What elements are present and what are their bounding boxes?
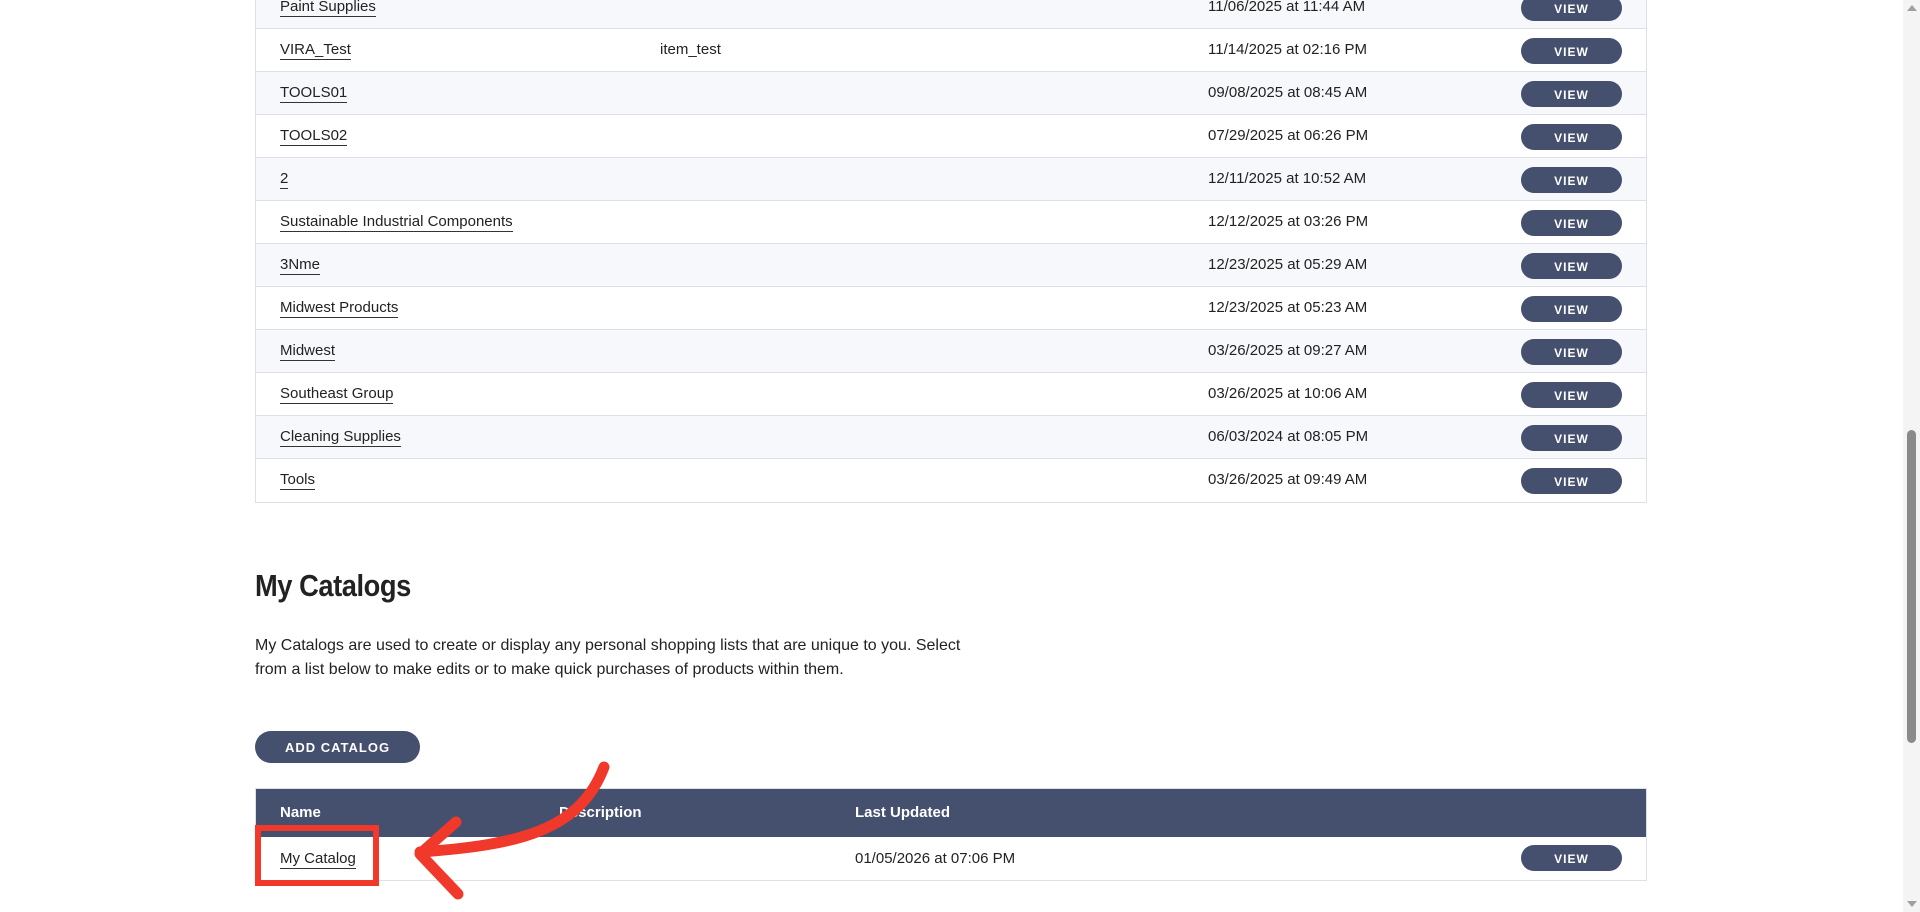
- shared-catalogs-table: Paint Supplies 11/06/2025 at 11:44 AM VIEW…: [255, 0, 1647, 503]
- view-button[interactable]: VIEW: [1521, 38, 1622, 64]
- catalog-name-cell: Tools: [280, 459, 316, 501]
- catalog-name-cell: Midwest Products: [280, 287, 399, 329]
- view-button[interactable]: VIEW: [1521, 339, 1622, 365]
- header-name: Name: [280, 804, 321, 821]
- catalog-name-link[interactable]: Paint Supplies: [280, 0, 376, 17]
- catalog-date: 01/05/2026 at 07:06 PM: [855, 850, 1016, 867]
- catalog-date: 12/12/2025 at 03:26 PM: [1208, 213, 1369, 230]
- view-button[interactable]: VIEW: [1521, 167, 1622, 193]
- table-row: TOOLS02 07/29/2025 at 06:26 PM VIEW: [256, 115, 1646, 158]
- catalog-name-cell: Cleaning Supplies: [280, 416, 401, 458]
- catalog-name-cell: Sustainable Industrial Components: [280, 201, 513, 243]
- catalog-date: 07/29/2025 at 06:26 PM: [1208, 127, 1369, 144]
- table-row: Midwest Products 12/23/2025 at 05:23 AM VI…: [256, 287, 1646, 330]
- my-catalogs-description: My Catalogs are used to create or displa…: [255, 637, 961, 678]
- catalog-name-link[interactable]: Midwest Products: [280, 299, 399, 318]
- catalog-name-cell: TOOLS02: [280, 115, 348, 157]
- view-button[interactable]: VIEW: [1521, 845, 1622, 871]
- catalog-name-cell: Midwest: [280, 330, 336, 372]
- catalog-date: 09/08/2025 at 08:45 AM: [1208, 84, 1368, 101]
- catalog-name-cell: Paint Supplies: [280, 0, 376, 28]
- table-row: Paint Supplies 11/06/2025 at 11:44 AM VIEW: [256, 0, 1646, 29]
- table-row: Midwest 03/26/2025 at 09:27 AM VIEW: [256, 330, 1646, 373]
- catalog-name-cell: 3Nme: [280, 244, 321, 286]
- table-row: 3Nme 12/23/2025 at 05:29 AM VIEW: [256, 244, 1646, 287]
- catalog-date: 03/26/2025 at 09:49 AM: [1208, 471, 1368, 488]
- catalog-date: 06/03/2024 at 08:05 PM: [1208, 428, 1369, 445]
- page: Paint Supplies 11/06/2025 at 11:44 AM VIEW…: [0, 0, 1920, 912]
- catalog-name-cell: Southeast Group: [280, 373, 394, 415]
- table-row: Southeast Group 03/26/2025 at 10:06 AM VIE…: [256, 373, 1646, 416]
- header-last-updated: Last Updated: [855, 804, 951, 821]
- view-button[interactable]: VIEW: [1521, 253, 1622, 279]
- table-row: Sustainable Industrial Components 12/12/2…: [256, 201, 1646, 244]
- catalog-name-link[interactable]: Sustainable Industrial Components: [280, 213, 513, 232]
- view-button[interactable]: VIEW: [1521, 296, 1622, 322]
- scrollbar-thumb[interactable]: [1907, 430, 1916, 743]
- catalog-date: 11/06/2025 at 11:44 AM: [1208, 0, 1366, 15]
- add-catalog-button[interactable]: ADD CATALOG: [255, 731, 420, 763]
- catalog-name-link[interactable]: My Catalog: [280, 850, 356, 869]
- catalog-name-cell: TOOLS01: [280, 72, 348, 114]
- header-description: Description: [559, 804, 642, 821]
- catalog-name-link[interactable]: Midwest: [280, 342, 336, 361]
- table-row: Tools 03/26/2025 at 09:49 AM VIEW: [256, 459, 1646, 502]
- catalog-date: 11/14/2025 at 02:16 PM: [1208, 41, 1368, 58]
- vertical-scrollbar[interactable]: [1903, 0, 1920, 912]
- catalog-date: 12/23/2025 at 05:23 AM: [1208, 299, 1368, 316]
- scroll-down-arrow-icon[interactable]: [1907, 901, 1917, 907]
- view-button[interactable]: VIEW: [1521, 81, 1622, 107]
- table-header: Name Description Last Updated: [256, 789, 1646, 837]
- table-row: TOOLS01 09/08/2025 at 08:45 AM VIEW: [256, 72, 1646, 115]
- table-row: VIRA_Test item_test 11/14/2025 at 02:16 PM…: [256, 29, 1646, 72]
- table-row: 2 12/11/2025 at 10:52 AM VIEW: [256, 158, 1646, 201]
- view-button[interactable]: VIEW: [1521, 382, 1622, 408]
- catalog-name-link[interactable]: TOOLS01: [280, 84, 348, 103]
- catalog-name-link[interactable]: Cleaning Supplies: [280, 428, 401, 447]
- catalog-date: 03/26/2025 at 10:06 AM: [1208, 385, 1368, 402]
- view-button[interactable]: VIEW: [1521, 210, 1622, 236]
- catalog-name-link[interactable]: VIRA_Test: [280, 41, 351, 60]
- catalog-name-link[interactable]: 2: [280, 170, 289, 189]
- table-row: Cleaning Supplies 06/03/2024 at 08:05 PM V…: [256, 416, 1646, 459]
- my-catalogs-table: Name Description Last Updated My Catalog…: [255, 788, 1647, 881]
- table-row: My Catalog 01/05/2026 at 07:06 PM VIEW: [256, 837, 1646, 880]
- catalog-name-link[interactable]: 3Nme: [280, 256, 321, 275]
- catalog-name-cell: VIRA_Test: [280, 29, 351, 71]
- catalog-description: item_test: [660, 41, 721, 58]
- view-button[interactable]: VIEW: [1521, 0, 1622, 21]
- view-button[interactable]: VIEW: [1521, 468, 1622, 494]
- catalog-name-cell: My Catalog: [280, 837, 356, 880]
- catalog-date: 03/26/2025 at 09:27 AM: [1208, 342, 1368, 359]
- view-button[interactable]: VIEW: [1521, 124, 1622, 150]
- my-catalogs-title: My Catalogs: [255, 568, 411, 603]
- catalog-date: 12/11/2025 at 10:52 AM: [1208, 170, 1367, 187]
- catalog-name-cell: 2: [280, 158, 289, 200]
- catalog-name-link[interactable]: Southeast Group: [280, 385, 394, 404]
- catalog-date: 12/23/2025 at 05:29 AM: [1208, 256, 1368, 273]
- scroll-up-arrow-icon[interactable]: [1907, 5, 1917, 11]
- catalog-name-link[interactable]: Tools: [280, 471, 316, 490]
- view-button[interactable]: VIEW: [1521, 425, 1622, 451]
- catalog-name-link[interactable]: TOOLS02: [280, 127, 348, 146]
